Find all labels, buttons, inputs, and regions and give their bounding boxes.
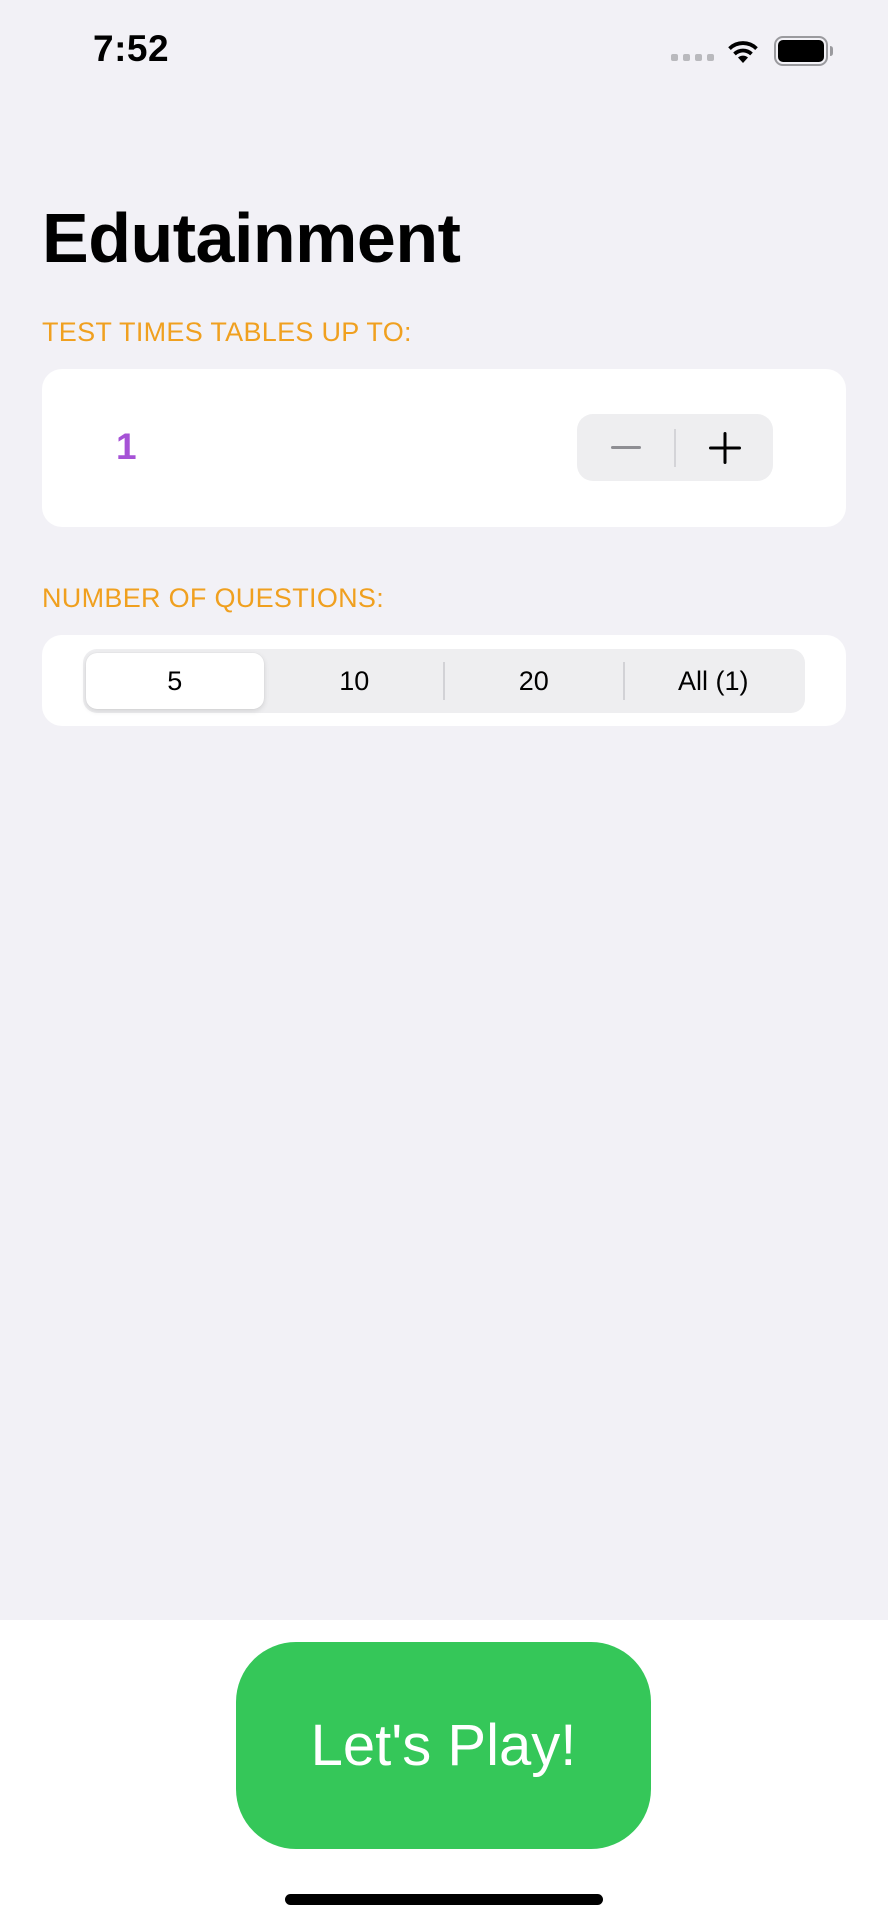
segment-all[interactable]: All (1) [625, 653, 803, 709]
cellular-signal-icon [671, 54, 714, 61]
segment-5[interactable]: 5 [86, 653, 264, 709]
tables-stepper [577, 414, 773, 481]
status-bar: 7:52 [0, 0, 888, 100]
page-title: Edutainment [42, 199, 461, 277]
questions-segmented-control: 5 10 20 All (1) [83, 649, 805, 713]
segment-10[interactable]: 10 [266, 653, 444, 709]
bottom-bar: Let's Play! [0, 1620, 888, 1920]
increment-button[interactable] [676, 414, 773, 481]
home-indicator[interactable] [285, 1894, 603, 1905]
questions-picker-card: 5 10 20 All (1) [42, 635, 846, 726]
plus-icon [708, 431, 741, 464]
minus-icon [610, 445, 641, 449]
lets-play-button[interactable]: Let's Play! [236, 1642, 651, 1849]
wifi-icon [728, 41, 758, 63]
segment-20[interactable]: 20 [445, 653, 623, 709]
tables-stepper-card: 1 [42, 369, 846, 527]
questions-section-header: NUMBER OF QUESTIONS: [42, 583, 385, 613]
stepper-value: 1 [116, 426, 137, 467]
decrement-button[interactable] [577, 414, 674, 481]
status-time: 7:52 [93, 28, 170, 69]
battery-icon [774, 36, 833, 66]
tables-section-header: TEST TIMES TABLES UP TO: [42, 317, 412, 347]
